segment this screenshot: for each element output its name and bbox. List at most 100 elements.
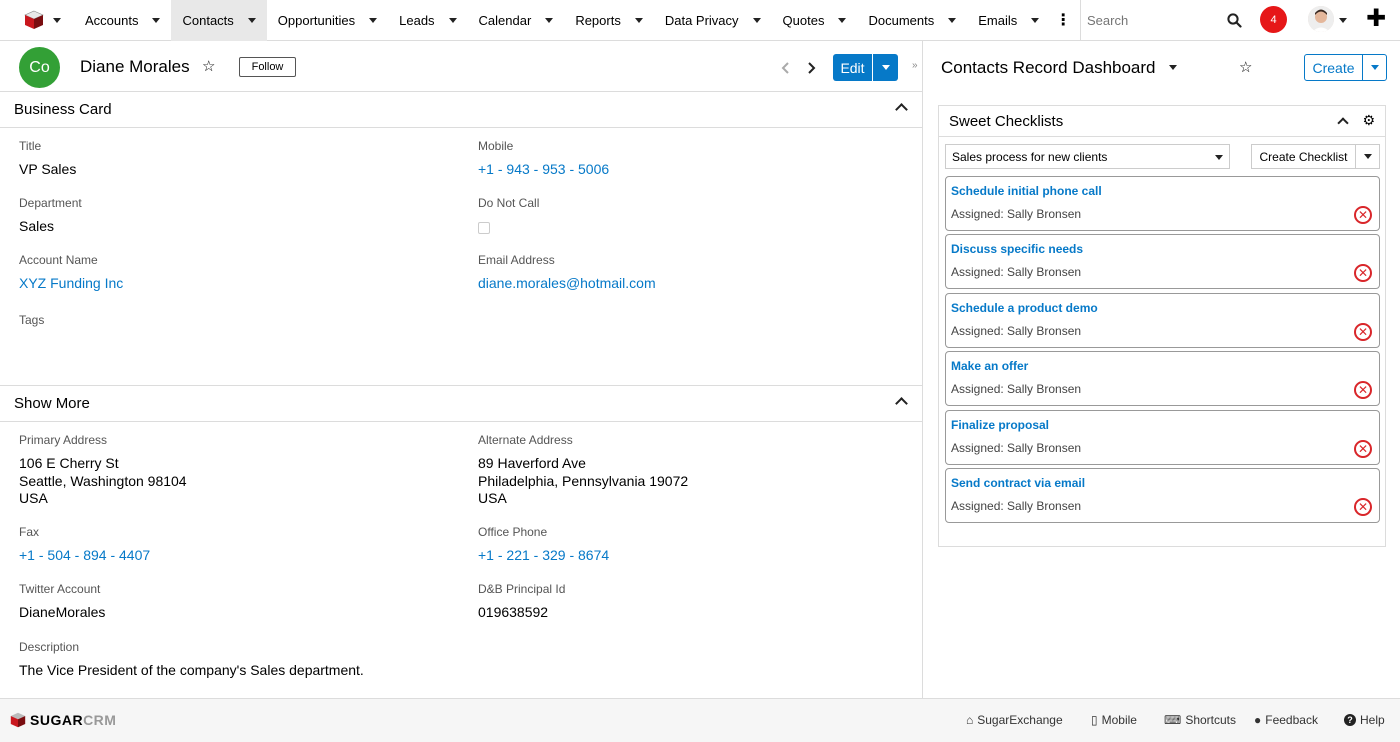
nav-item-label: Reports (575, 12, 621, 28)
nav-item-leads[interactable]: Leads (388, 0, 467, 41)
task-title-link[interactable]: Schedule a product demo (951, 301, 1098, 315)
create-checklist-dropdown[interactable] (1356, 145, 1379, 168)
sugarcrm-logo[interactable]: SUGAR CRM (10, 712, 116, 728)
notifications-badge[interactable]: 4 (1260, 6, 1287, 33)
chevron-down-icon[interactable] (752, 17, 761, 23)
nav-item-accounts[interactable]: Accounts (74, 0, 171, 41)
field-label: Mobile (478, 139, 514, 153)
nav-item-label: Emails (978, 12, 1018, 28)
chevron-down-icon (1370, 65, 1379, 70)
delete-icon[interactable]: ✕ (1354, 206, 1372, 224)
do-not-call-checkbox[interactable] (478, 222, 490, 234)
footer-link-label: Shortcuts (1185, 713, 1237, 727)
plus-icon[interactable]: ✚ (1366, 6, 1386, 32)
field-value[interactable]: Sales (19, 218, 82, 236)
field-value[interactable]: DianeMorales (19, 604, 105, 622)
footer-link-help[interactable]: ? Help (1344, 713, 1385, 727)
app-logo-menu[interactable] (0, 0, 74, 41)
phone-link[interactable]: +1 - 221 - 329 - 8674 (478, 547, 609, 565)
logo-text: CRM (83, 712, 117, 728)
nav-item-calendar[interactable]: Calendar (468, 0, 565, 41)
edit-dropdown-toggle[interactable] (873, 54, 898, 81)
favorite-star-icon[interactable]: ☆ (202, 57, 215, 75)
address-line: USA (19, 490, 48, 506)
search-icon[interactable] (1227, 13, 1242, 28)
follow-button[interactable]: Follow (239, 57, 296, 77)
gear-icon[interactable]: ⚙ (1362, 112, 1375, 129)
create-button[interactable]: Create (1305, 55, 1363, 80)
favorite-star-icon[interactable]: ☆ (1239, 58, 1252, 76)
task-title-link[interactable]: Schedule initial phone call (951, 184, 1102, 198)
account-link[interactable]: XYZ Funding Inc (19, 275, 123, 293)
logo-text: SUGAR (30, 712, 84, 728)
email-link[interactable]: diane.morales@hotmail.com (478, 275, 656, 293)
delete-icon[interactable]: ✕ (1354, 264, 1372, 283)
chevron-down-icon[interactable] (247, 17, 256, 23)
task-title-link[interactable]: Send contract via email (951, 476, 1085, 490)
chevron-down-icon[interactable] (838, 17, 847, 23)
nav-item-opportunities[interactable]: Opportunities (267, 0, 388, 41)
field-value[interactable]: VP Sales (19, 161, 76, 179)
create-checklist-button-group: Create Checklist (1251, 144, 1380, 169)
task-title-link[interactable]: Make an offer (951, 359, 1028, 373)
delete-icon[interactable]: ✕ (1354, 381, 1372, 400)
create-button-group: Create (1304, 54, 1387, 81)
nav-item-quotes[interactable]: Quotes (772, 0, 858, 41)
nav-item-label: Accounts (85, 12, 139, 28)
create-dropdown-toggle[interactable] (1363, 55, 1386, 80)
chevron-down-icon[interactable] (634, 17, 643, 23)
edit-button[interactable]: Edit (833, 54, 873, 81)
delete-icon[interactable]: ✕ (1354, 498, 1372, 516)
chevron-up-icon[interactable] (1337, 117, 1349, 129)
field-fax: Fax +1 - 504 - 894 - 4407 (19, 525, 150, 565)
footer-link-shortcuts[interactable]: ⌨ Shortcuts (1164, 713, 1236, 727)
chevron-up-icon[interactable] (895, 397, 908, 410)
footer-link-feedback[interactable]: ● Feedback (1254, 713, 1318, 727)
field-label: Primary Address (19, 433, 108, 447)
chevron-down-icon[interactable] (948, 17, 957, 23)
field-value[interactable]: 019638592 (478, 604, 565, 622)
fax-link[interactable]: +1 - 504 - 894 - 4407 (19, 547, 150, 565)
chevron-down-icon[interactable] (152, 17, 161, 23)
sidebar-toggle-icon[interactable]: » (912, 60, 918, 71)
chevron-down-icon[interactable] (448, 17, 457, 23)
previous-record-icon[interactable] (781, 62, 790, 74)
nav-item-label: Calendar (478, 12, 532, 28)
chevron-down-icon (1363, 154, 1372, 159)
address-value[interactable]: 89 Haverford Ave Philadelphia, Pennsylva… (478, 455, 688, 508)
next-record-icon[interactable] (807, 62, 816, 74)
chevron-down-icon[interactable] (369, 17, 378, 23)
task-title-link[interactable]: Discuss specific needs (951, 242, 1083, 256)
create-checklist-button[interactable]: Create Checklist (1252, 145, 1356, 168)
search-input[interactable] (1087, 13, 1207, 28)
footer-link-label: Feedback (1265, 713, 1318, 727)
dashboard-title[interactable]: Contacts Record Dashboard (941, 58, 1156, 78)
task-title-link[interactable]: Finalize proposal (951, 418, 1049, 432)
field-label: Department (19, 196, 82, 210)
footer-link-sugarexchange[interactable]: ⌂ SugarExchange (966, 713, 1063, 727)
nav-item-reports[interactable]: Reports (564, 0, 654, 41)
chevron-up-icon[interactable] (895, 103, 908, 116)
field-label: Do Not Call (478, 196, 540, 210)
footer-link-mobile[interactable]: ▯ Mobile (1091, 713, 1137, 727)
nav-item-data-privacy[interactable]: Data Privacy (654, 0, 772, 41)
nav-item-documents[interactable]: Documents (857, 0, 967, 41)
address-value[interactable]: 106 E Cherry St Seattle, Washington 9810… (19, 455, 187, 508)
chevron-down-icon[interactable] (1169, 65, 1177, 70)
nav-item-contacts[interactable]: Contacts (171, 0, 267, 41)
checklist-select[interactable]: Sales process for new clients (945, 144, 1230, 169)
business-card-header[interactable]: Business Card (0, 92, 922, 128)
chevron-down-icon[interactable] (545, 17, 554, 23)
chevron-down-icon[interactable] (1339, 18, 1347, 23)
checklist-task: Schedule initial phone call Assigned: Sal… (945, 176, 1380, 231)
field-label: Account Name (19, 253, 98, 267)
nav-item-emails[interactable]: Emails (967, 0, 1050, 41)
show-more-header[interactable]: Show More (0, 386, 922, 422)
user-avatar[interactable] (1308, 6, 1334, 32)
field-value[interactable]: The Vice President of the company's Sale… (19, 662, 364, 680)
phone-link[interactable]: +1 - 943 - 953 - 5006 (478, 161, 609, 179)
delete-icon[interactable]: ✕ (1354, 439, 1372, 458)
more-vertical-icon[interactable]: ⋮ (1050, 0, 1076, 41)
delete-icon[interactable]: ✕ (1354, 322, 1372, 341)
chevron-down-icon[interactable] (1031, 17, 1040, 23)
